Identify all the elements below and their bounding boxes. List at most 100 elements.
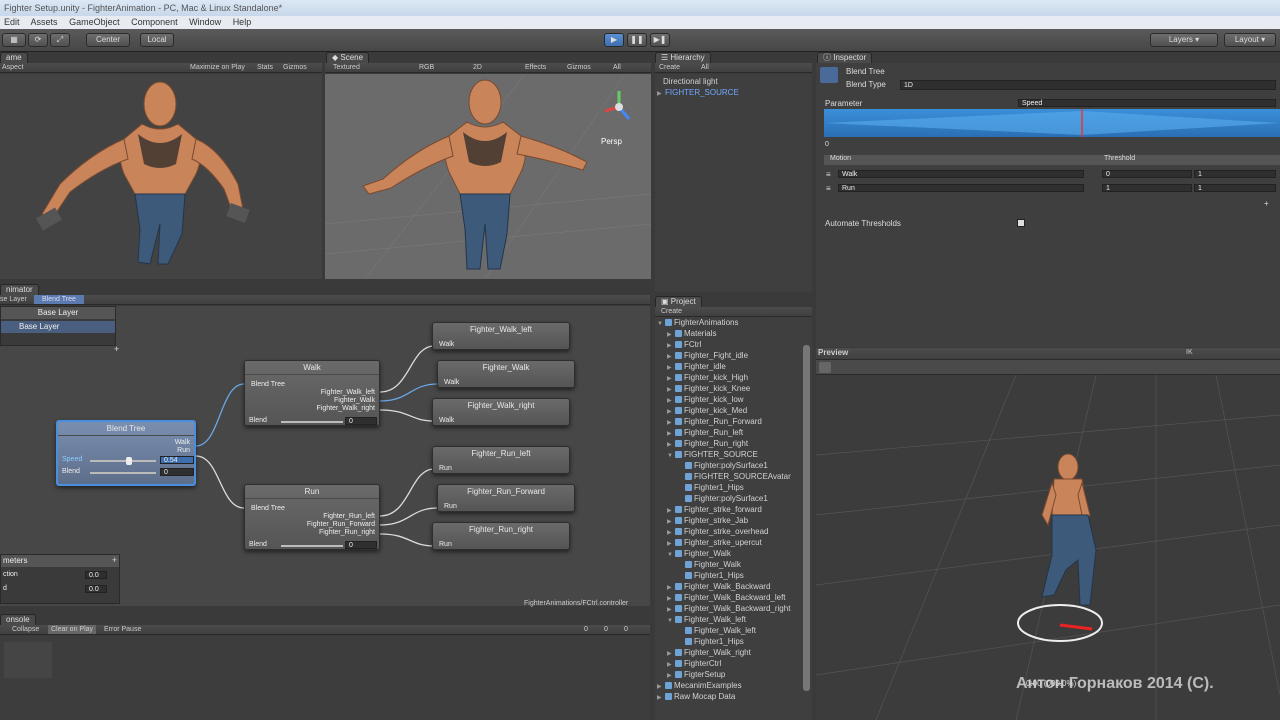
effects-dropdown[interactable]: Effects [525,63,546,72]
speed-run-field[interactable]: 1 [1194,184,1276,192]
hierarchy-item-directional-light[interactable]: Directional light [663,76,718,87]
project-item[interactable]: ▼ Fighter_Walk [667,548,731,559]
project-item[interactable]: Fighter1_Hips [677,570,744,581]
run-blend-value[interactable]: 0 [345,541,377,549]
ik-toggle[interactable]: IK [1186,348,1193,358]
automate-thresholds-checkbox[interactable] [1017,219,1025,227]
project-item[interactable]: ▶ Fighter_kick_low [667,394,744,405]
root-blend-slider[interactable] [90,472,156,474]
scene-gizmos-dropdown[interactable]: Gizmos [567,63,591,72]
run-blend-slider[interactable] [281,545,343,547]
scene-gizmo[interactable] [601,89,637,125]
project-item[interactable]: ▶ FigterSetup [667,669,725,680]
project-item[interactable]: ▶ Fighter_Run_Forward [667,416,762,427]
walk-output-left[interactable]: Fighter_Walk_left [321,389,375,396]
project-item[interactable]: FIGHTER_SOURCEAvatar [677,471,791,482]
threshold-run-field[interactable]: 1 [1102,184,1192,192]
clip-port[interactable]: Walk [439,341,454,348]
project-item[interactable]: ▼ Fighter_Walk_left [667,614,746,625]
add-motion-button[interactable]: + [1264,199,1269,208]
run-output-forward[interactable]: Fighter_Run_Forward [307,521,375,528]
project-item[interactable]: ▼ FIGHTER_SOURCE [667,449,758,460]
clip-port[interactable]: Walk [439,417,454,424]
step-button[interactable]: ▶❚ [650,33,670,47]
add-parameter-button[interactable]: + [112,555,117,565]
clip-node[interactable]: Fighter_Run_Forward Run [437,484,575,512]
pause-button[interactable]: ❚❚ [627,33,647,47]
project-item[interactable]: ▶ Fighter_kick_Knee [667,383,750,394]
expanded-arrow-icon[interactable]: ▼ [657,319,665,330]
menu-edit[interactable]: Edit [4,17,20,27]
clip-port[interactable]: Walk [444,379,459,386]
gizmos-dropdown[interactable]: Gizmos [283,63,307,72]
walk-blend-slider[interactable] [281,421,343,423]
animator-graph[interactable]: Base Layer Base Layer + Blend Tree Walk … [0,306,650,607]
game-viewport[interactable] [0,74,322,279]
tab-console[interactable]: onsole [0,614,36,625]
project-item[interactable]: ▶ Fighter_Walk_right [667,647,751,658]
parameter-dropdown[interactable]: Speed [1018,99,1276,107]
threshold-walk-field[interactable]: 0 [1102,170,1192,178]
project-item[interactable]: ▶ Fighter_strke_Jab [667,515,748,526]
motion-row[interactable]: ≡ [826,184,831,193]
project-item[interactable]: ▶ Fighter_kick_Med [667,405,747,416]
scene-search-all[interactable]: All [613,63,621,72]
run-input-port[interactable]: Blend Tree [251,505,285,512]
breadcrumb-blend-tree[interactable]: Blend Tree [34,295,84,304]
project-create-button[interactable]: Create [661,307,682,316]
project-item[interactable]: ▶ Fighter_strke_upercut [667,537,762,548]
clip-node[interactable]: Fighter_Walk_right Walk [432,398,570,426]
menu-component[interactable]: Component [131,17,178,27]
aspect-dropdown[interactable]: Aspect [2,63,23,72]
expanded-arrow-icon[interactable]: ▼ [667,451,675,462]
parameter-value[interactable]: 0.0 [85,585,107,593]
project-item[interactable]: ▶ Fighter_Walk_Backward_left [667,592,786,603]
scene-viewport[interactable]: Persp [325,74,651,279]
error-pause-button[interactable]: Error Pause [104,625,141,634]
walk-output-right[interactable]: Fighter_Walk_right [317,405,376,412]
project-item[interactable]: ▶ FighterCtrl [667,658,721,669]
hierarchy-search[interactable]: All [701,63,709,72]
preview-play-button[interactable] [819,362,831,373]
walk-node[interactable]: Walk Blend Tree Fighter_Walk_left Fighte… [244,360,380,426]
preview-timeline[interactable] [816,360,1280,375]
project-item[interactable]: Fighter:polySurface1 [677,460,768,471]
walk-output-center[interactable]: Fighter_Walk [334,397,375,404]
tab-animator[interactable]: nimator [0,284,39,295]
expanded-arrow-icon[interactable]: ▼ [667,616,675,627]
console-log[interactable] [0,636,650,720]
persp-label[interactable]: Persp [601,137,622,146]
parameter-value[interactable]: 0.0 [85,571,107,579]
blend-type-dropdown[interactable]: 1D [900,80,1276,90]
project-item[interactable]: ▶ MecanimExamples [657,680,742,691]
root-output-run[interactable]: Run [177,447,190,454]
walk-blend-value[interactable]: 0 [345,417,377,425]
warning-count[interactable]: 0 [604,625,608,634]
menu-assets[interactable]: Assets [31,17,58,27]
preview-viewport[interactable]: 0:00 (000.0%) Антон Горнаков 2014 (С). [816,375,1280,720]
motion-row[interactable]: ≡ [826,170,831,179]
project-scrollbar[interactable] [803,345,810,691]
tab-game[interactable]: ame [0,52,28,63]
clip-port[interactable]: Run [444,503,457,510]
project-item[interactable]: ▶ Fighter_Walk_Backward_right [667,603,790,614]
project-item[interactable]: ▶ Fighter_idle [667,361,726,372]
walk-input-port[interactable]: Blend Tree [251,381,285,388]
breadcrumb-base-layer[interactable]: se Layer [0,295,27,304]
project-item[interactable]: ▶ FCtrl [667,339,701,350]
run-node[interactable]: Run Blend Tree Fighter_Run_left Fighter_… [244,484,380,550]
tab-scene[interactable]: ◆ Scene [326,52,370,63]
hand-tool-button[interactable]: ▦ [2,33,26,47]
root-blend-tree-node[interactable]: Blend Tree Walk Run Speed 0.54 Blend 0 [56,420,196,486]
clip-node[interactable]: Fighter_Walk_left Walk [432,322,570,350]
project-item[interactable]: Fighter_Walk_left [677,625,756,636]
project-item[interactable]: ▶ Fighter_Run_right [667,438,748,449]
project-item[interactable]: ▶ Fighter_Fight_idle [667,350,748,361]
project-item[interactable]: Fighter1_Hips [677,636,744,647]
layout-dropdown[interactable]: Layout ▾ [1224,33,1276,47]
blend-graph[interactable] [824,109,1280,137]
clip-port[interactable]: Run [439,465,452,472]
play-button[interactable]: ▶ [604,33,624,47]
project-item[interactable]: ▶ Raw Mocap Data [657,691,735,702]
tab-hierarchy[interactable]: ☰ Hierarchy [655,52,711,63]
